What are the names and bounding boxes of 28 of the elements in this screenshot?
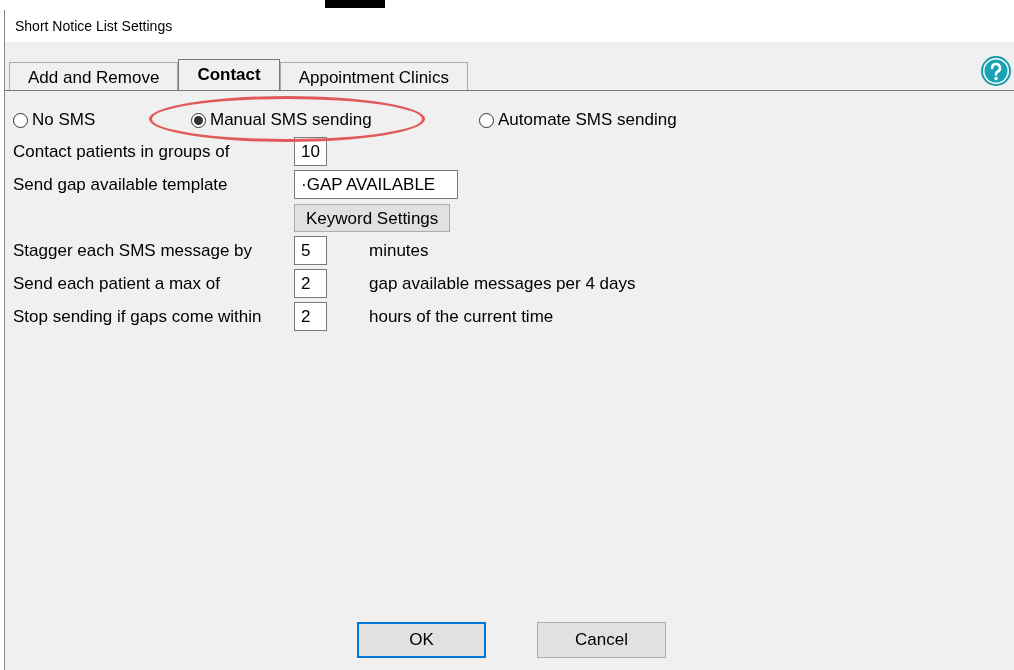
unit-label: gap available messages per 4 days [369, 272, 636, 295]
ok-button[interactable]: OK [357, 622, 486, 658]
tab[interactable]: Contact [178, 59, 280, 91]
input-field[interactable]: ·GAP AVAILABLE [294, 170, 458, 199]
input-field[interactable]: 10 [294, 137, 327, 166]
field-label: Stop sending if gaps come within [13, 305, 263, 328]
keyword-settings-button[interactable]: Keyword Settings [294, 203, 451, 232]
tab[interactable]: Add and Remove [9, 62, 179, 90]
field-label: Send each patient a max of [13, 272, 221, 295]
input-field[interactable]: 2 [294, 269, 327, 298]
field-label: Send gap available template [13, 173, 229, 196]
field-label: Contact patients in groups of [13, 140, 231, 163]
radio-label: Automate SMS sending [498, 109, 677, 132]
radio-label: Manual SMS sending [210, 109, 372, 132]
radio-button[interactable] [13, 112, 28, 128]
unit-label: hours of the current time [369, 305, 554, 328]
input-field[interactable]: 2 [294, 302, 327, 331]
tab[interactable]: Appointment Clinics [279, 62, 468, 90]
redaction-bar [325, 0, 385, 8]
unit-label: minutes [369, 239, 429, 262]
radio-button[interactable] [191, 112, 206, 128]
field-label: Stagger each SMS message by [13, 239, 254, 262]
cancel-button[interactable]: Cancel [537, 622, 666, 658]
radio-label: No SMS [32, 109, 96, 132]
radio-button[interactable] [479, 112, 494, 128]
help-icon[interactable] [981, 56, 1011, 86]
window-title: Short Notice List Settings [15, 16, 173, 36]
input-field[interactable]: 5 [294, 236, 327, 265]
